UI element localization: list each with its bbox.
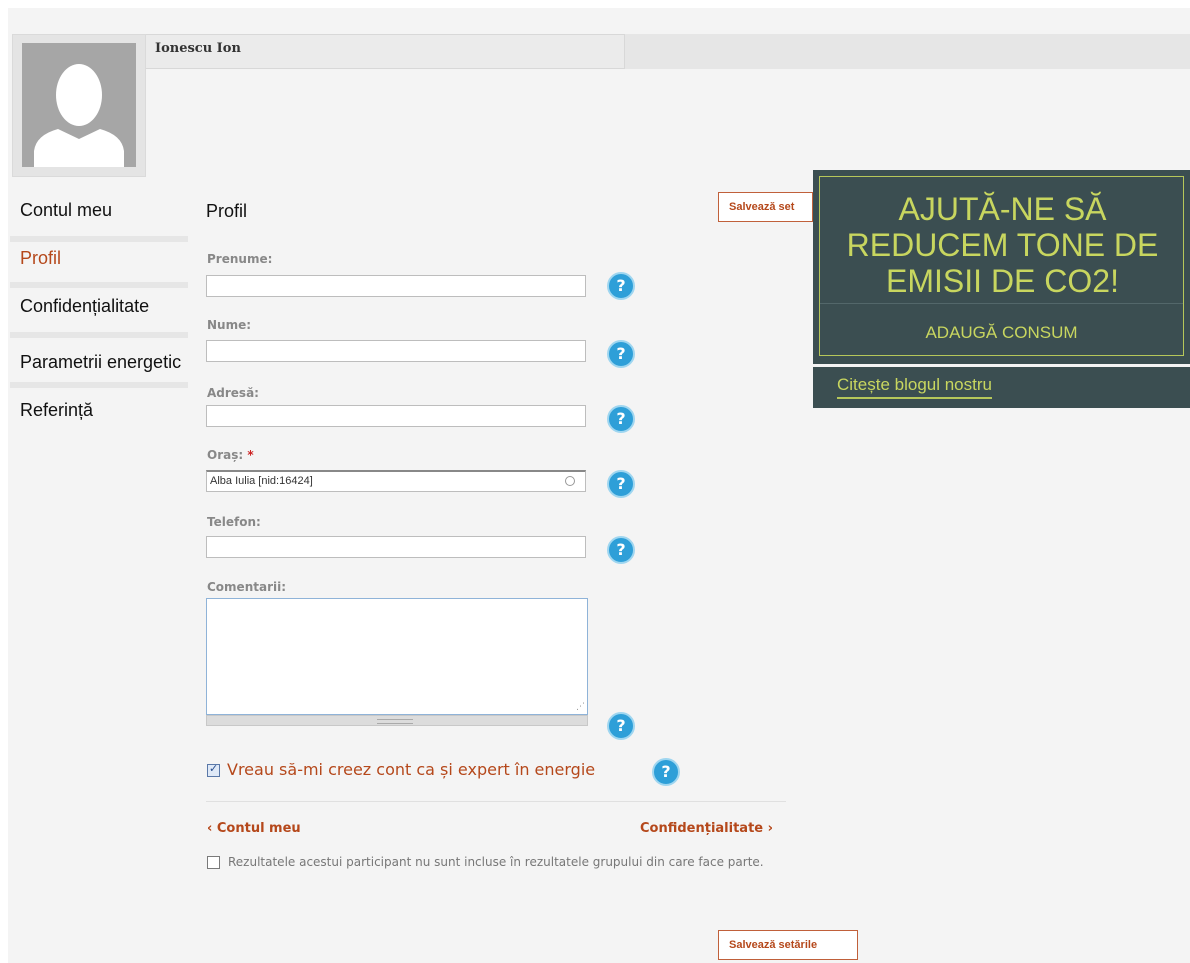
help-icon[interactable]: ? — [607, 272, 635, 300]
last-name-label: Nume: — [207, 318, 252, 332]
avatar-placeholder-icon — [22, 43, 136, 167]
city-label-text: Oraș: — [207, 448, 244, 462]
page-background — [8, 8, 1190, 963]
first-name-label: Prenume: — [207, 252, 273, 266]
add-consumption-button[interactable]: ADAUGĂ CONSUM — [820, 323, 1183, 343]
promo-headline: AJUTĂ-NE SĂ REDUCEM TONE DE EMISII DE CO… — [846, 191, 1159, 299]
help-icon[interactable]: ? — [607, 340, 635, 368]
required-marker: * — [247, 448, 254, 462]
address-field[interactable] — [206, 405, 586, 427]
prev-link[interactable]: ‹ Contul meu — [207, 821, 301, 836]
page-title: Profil — [206, 201, 248, 221]
city-value: Alba Iulia [nid:16424] — [210, 475, 313, 487]
help-icon[interactable]: ? — [607, 470, 635, 498]
sidebar-item-confidentialitate[interactable]: Confidențialitate — [10, 286, 188, 326]
blog-link[interactable]: Citește blogul nostru — [837, 375, 992, 399]
help-icon[interactable]: ? — [607, 405, 635, 433]
avatar[interactable] — [12, 34, 146, 177]
divider — [206, 801, 786, 802]
sidebar-item-parametrii-energetici[interactable]: Parametrii energetic — [10, 342, 188, 382]
help-icon[interactable]: ? — [652, 758, 680, 786]
promo-frame: AJUTĂ-NE SĂ REDUCEM TONE DE EMISII DE CO… — [819, 176, 1184, 356]
last-name-field[interactable] — [206, 340, 586, 362]
sidebar-item-contul-meu[interactable]: Contul meu — [10, 190, 188, 230]
city-autocomplete-field[interactable]: Alba Iulia [nid:16424] — [206, 470, 586, 492]
first-name-field[interactable] — [206, 275, 586, 297]
promo-divider — [820, 303, 1183, 304]
sidebar-item-profil[interactable]: Profil — [10, 238, 188, 278]
sidebar-item-label: Contul meu — [20, 200, 113, 220]
blog-bar: Citește blogul nostru — [813, 367, 1190, 408]
header-bar — [625, 34, 1190, 69]
textarea-resize-handle[interactable] — [206, 715, 588, 726]
sidebar-item-label: Profil — [20, 248, 62, 268]
sidebar-item-label: Referință — [20, 400, 94, 420]
phone-field[interactable] — [206, 536, 586, 558]
grip-lines-icon — [377, 719, 413, 724]
save-button-top[interactable]: Salvează set — [718, 192, 813, 222]
help-icon[interactable]: ? — [607, 536, 635, 564]
sidebar-divider — [10, 382, 188, 388]
promo-banner[interactable]: AJUTĂ-NE SĂ REDUCEM TONE DE EMISII DE CO… — [813, 170, 1190, 364]
phone-label: Telefon: — [207, 515, 261, 529]
sidebar-item-referinta[interactable]: Referință — [10, 390, 188, 430]
exclude-checkbox-label: Rezultatele acestui participant nu sunt … — [228, 855, 764, 869]
comments-label: Comentarii: — [207, 580, 287, 594]
sidebar-item-label: Parametrii energetic — [20, 352, 182, 372]
address-label: Adresă: — [207, 386, 259, 400]
save-button[interactable]: Salvează setările — [718, 930, 858, 960]
autocomplete-throbber-icon — [565, 476, 575, 486]
user-name: Ionescu Ion — [155, 41, 241, 56]
next-link[interactable]: Confidențialitate › — [640, 821, 773, 836]
help-icon[interactable]: ? — [607, 712, 635, 740]
comments-textarea[interactable]: ⋰ — [206, 598, 588, 715]
resize-grip-icon[interactable]: ⋰ — [576, 702, 585, 712]
sidebar-item-label: Confidențialitate — [20, 296, 150, 316]
expert-checkbox[interactable] — [207, 762, 220, 777]
sidebar-divider — [10, 332, 188, 338]
expert-checkbox-label[interactable]: Vreau să-mi creez cont ca și expert în e… — [227, 760, 595, 779]
city-label: Oraș: * — [207, 448, 254, 462]
